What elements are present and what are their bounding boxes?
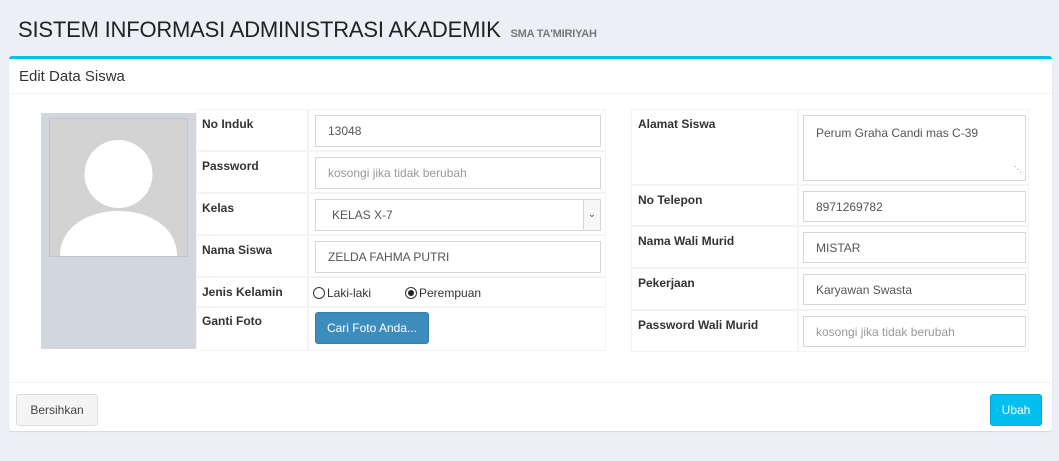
label-cell: Jenis Kelamin	[196, 277, 308, 307]
value-cell: Cari Foto Anda...	[308, 307, 606, 351]
chevron-down-icon[interactable]: ⌄	[583, 200, 600, 230]
label-cell: Nama Siswa	[196, 235, 308, 277]
label-cell: Ganti Foto	[196, 307, 308, 351]
app-title: SISTEM INFORMASI ADMINISTRASI AKADEMIK	[18, 17, 501, 42]
photo-cell	[41, 113, 196, 349]
label-cell: Password	[196, 151, 308, 193]
pekerjaan-label: Pekerjaan	[638, 276, 695, 290]
ganti-foto-label: Ganti Foto	[202, 314, 262, 328]
value-cell: 8971269782	[798, 185, 1029, 226]
value-cell: ZELDA FAHMA PUTRI	[308, 235, 606, 277]
wali-input[interactable]: MISTAR	[803, 232, 1026, 263]
value-cell: Perum Graha Candi mas C-39 ⋱	[798, 109, 1029, 185]
label-cell: Password Wali Murid	[631, 310, 798, 352]
wali-label: Nama Wali Murid	[638, 234, 735, 248]
password-wali-label: Password Wali Murid	[638, 318, 759, 332]
avatar	[49, 118, 188, 257]
value-cell: 13048	[308, 109, 606, 151]
radio-label-male: Laki-laki	[327, 286, 372, 300]
box-title: Edit Data Siswa	[19, 68, 125, 85]
pekerjaan-input[interactable]: Karyawan Swasta	[803, 274, 1026, 305]
label-cell: No Telepon	[631, 185, 798, 226]
submit-button[interactable]: Ubah	[990, 394, 1042, 426]
user-silhouette-icon	[50, 119, 187, 256]
kelas-selected-value: KELAS X-7	[332, 208, 393, 222]
no-induk-input[interactable]: 13048	[315, 115, 601, 147]
box-footer: Bersihkan Ubah	[9, 382, 1052, 432]
label-cell: Kelas	[196, 193, 308, 235]
password-input[interactable]: kosongi jika tidak berubah	[315, 157, 601, 189]
value-cell: kosongi jika tidak berubah	[308, 151, 606, 193]
box-header: Edit Data Siswa	[9, 59, 1052, 94]
password-label: Password	[202, 159, 259, 173]
value-cell: KELAS X-7 ⌄	[308, 193, 606, 235]
value-cell: kosongi jika tidak berubah	[798, 310, 1029, 352]
radio-checked-icon[interactable]	[405, 287, 417, 299]
reset-button[interactable]: Bersihkan	[16, 394, 98, 426]
value-cell: Karyawan Swasta	[798, 268, 1029, 310]
password-wali-input[interactable]: kosongi jika tidak berubah	[803, 316, 1026, 347]
nama-siswa-input[interactable]: ZELDA FAHMA PUTRI	[315, 241, 601, 273]
value-cell: MISTAR	[798, 226, 1029, 268]
nama-siswa-label: Nama Siswa	[202, 243, 273, 257]
edit-student-box: Edit Data Siswa No Induk 13048 Password …	[9, 56, 1052, 431]
page-title: SISTEM INFORMASI ADMINISTRASI AKADEMIK S…	[18, 17, 597, 43]
label-cell: Pekerjaan	[631, 268, 798, 310]
radio-label-female: Perempuan	[419, 286, 482, 300]
alamat-label: Alamat Siswa	[638, 117, 716, 131]
label-cell: No Induk	[196, 109, 308, 151]
alamat-value: Perum Graha Candi mas C-39	[816, 126, 979, 140]
resize-handle-icon[interactable]: ⋱	[1014, 162, 1022, 178]
no-induk-label: No Induk	[202, 117, 254, 131]
telepon-input[interactable]: 8971269782	[803, 191, 1026, 222]
radio-laki-laki[interactable]: Laki-laki	[313, 286, 371, 300]
radio-unchecked-icon[interactable]	[313, 287, 325, 299]
radio-perempuan[interactable]: Perempuan	[405, 286, 481, 300]
school-name: SMA TA'MIRIYAH	[510, 28, 597, 40]
label-cell: Nama Wali Murid	[631, 226, 798, 268]
value-cell: Laki-laki Perempuan	[308, 277, 606, 307]
choose-photo-button[interactable]: Cari Foto Anda...	[315, 312, 429, 344]
label-cell: Alamat Siswa	[631, 109, 798, 185]
telepon-label: No Telepon	[638, 193, 703, 207]
alamat-textarea[interactable]: Perum Graha Candi mas C-39 ⋱	[803, 115, 1026, 181]
jenis-kelamin-label: Jenis Kelamin	[202, 285, 283, 299]
kelas-select[interactable]: KELAS X-7 ⌄	[315, 199, 601, 231]
kelas-label: Kelas	[202, 201, 235, 215]
